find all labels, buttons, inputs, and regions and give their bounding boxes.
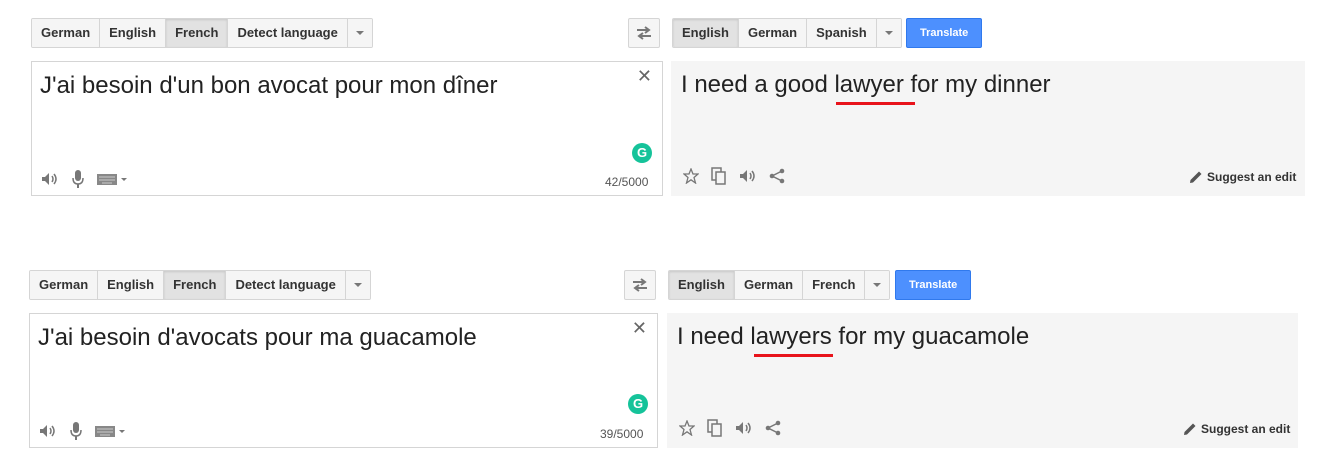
keyboard-icon[interactable] [97,173,129,185]
microphone-icon[interactable] [71,170,85,188]
suggest-edit-link[interactable]: Suggest an edit [1183,422,1290,436]
highlighted-word: lawyer [834,71,904,98]
translate-button[interactable]: Translate [906,18,983,48]
share-icon[interactable] [769,168,785,184]
grammarly-icon[interactable]: G [632,143,652,163]
source-lang-english[interactable]: English [100,19,167,47]
character-counter: 39/5000 [600,427,644,441]
speaker-icon[interactable] [739,169,757,183]
target-language-bar: English German Spanish [672,18,902,48]
speaker-icon[interactable] [735,421,753,435]
target-toolbar [679,419,781,437]
swap-languages-icon [633,278,647,292]
target-toolbar [683,167,785,185]
source-toolbar [39,422,127,440]
share-icon[interactable] [765,420,781,436]
source-lang-dropdown[interactable] [347,19,372,47]
speaker-icon[interactable] [39,424,57,438]
swap-languages-button[interactable] [628,18,660,48]
translate-button[interactable]: Translate [895,270,972,300]
source-text[interactable]: J'ai besoin d'un bon avocat pour mon dîn… [40,72,497,100]
translation-text: I need a good lawyer for my dinner [681,71,1051,98]
speaker-icon[interactable] [41,172,59,186]
target-output: I need lawyers for my guacamole Suggest … [667,313,1298,448]
source-lang-english[interactable]: English [98,271,165,299]
target-output: I need a good lawyer for my dinner Sugge… [671,61,1305,196]
chevron-down-icon [873,283,882,287]
source-textarea[interactable]: J'ai besoin d'un bon avocat pour mon dîn… [31,61,663,196]
source-language-bar: German English French Detect language [31,18,373,48]
microphone-icon[interactable] [69,422,83,440]
source-textarea[interactable]: J'ai besoin d'avocats pour ma guacamole … [29,313,658,448]
highlighted-word: lawyers [750,323,832,350]
suggest-edit-label: Suggest an edit [1201,422,1291,436]
target-lang-german[interactable]: German [734,271,804,299]
chevron-down-icon [884,31,893,35]
target-lang-spanish[interactable]: Spanish [807,19,877,47]
red-underline [836,102,915,105]
target-lang-dropdown[interactable] [865,271,890,299]
target-lang-french[interactable]: French [803,271,866,299]
keyboard-icon[interactable] [95,425,127,437]
character-counter: 42/5000 [605,175,649,189]
source-text[interactable]: J'ai besoin d'avocats pour ma guacamole [38,324,477,352]
source-lang-german[interactable]: German [30,271,99,299]
copy-icon[interactable] [707,419,723,437]
translation-text: I need lawyers for my guacamole [677,323,1030,350]
target-language-bar: English German French [668,270,891,300]
suggest-edit-link[interactable]: Suggest an edit [1189,170,1296,184]
target-lang-german[interactable]: German [738,19,808,47]
source-language-bar: German English French Detect language [29,270,371,300]
source-lang-french[interactable]: French [164,271,227,299]
close-icon[interactable]: ✕ [632,318,647,339]
star-icon[interactable] [679,420,695,436]
translation-panel-2: German English French Detect language En… [0,252,1322,452]
source-lang-dropdown[interactable] [345,271,370,299]
source-lang-german[interactable]: German [32,19,101,47]
chevron-down-icon [353,283,362,287]
pencil-icon [1190,171,1202,183]
close-icon[interactable]: ✕ [637,66,652,87]
red-underline [754,354,833,357]
target-lang-dropdown[interactable] [876,19,901,47]
translation-panel-1: German English French Detect language En… [0,0,1322,200]
swap-languages-button[interactable] [624,270,656,300]
chevron-down-icon [355,31,364,35]
star-icon[interactable] [683,168,699,184]
target-lang-english[interactable]: English [673,19,739,47]
source-lang-detect[interactable]: Detect language [228,19,348,47]
suggest-edit-label: Suggest an edit [1207,170,1297,184]
target-lang-english[interactable]: English [669,271,735,299]
pencil-icon [1184,423,1196,435]
swap-languages-icon [637,26,651,40]
copy-icon[interactable] [711,167,727,185]
source-lang-french[interactable]: French [166,19,229,47]
source-toolbar [41,170,129,188]
source-lang-detect[interactable]: Detect language [226,271,346,299]
grammarly-icon[interactable]: G [628,394,648,414]
